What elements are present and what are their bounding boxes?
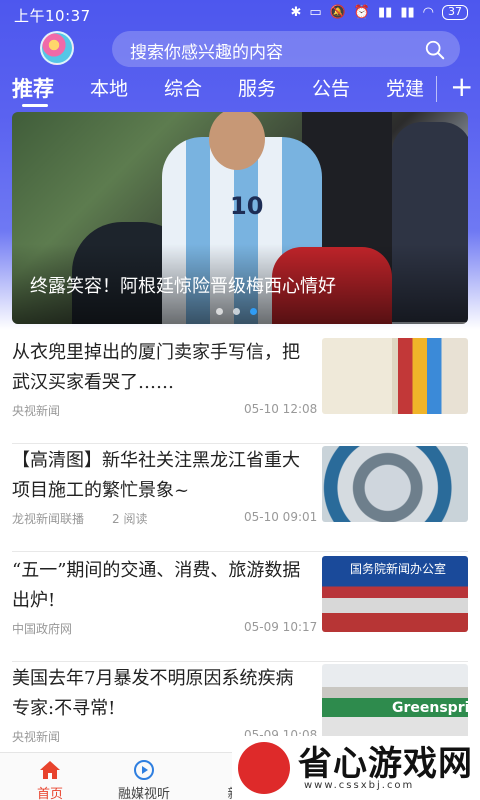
news-source: 央视新闻: [12, 730, 61, 744]
carousel-dot[interactable]: [216, 308, 223, 315]
news-thumbnail: [322, 338, 468, 414]
watermark-url: www.cssxbj.com: [304, 780, 415, 791]
news-source: 央视新闻: [12, 404, 61, 418]
battery-icon: 37: [442, 5, 468, 20]
status-time: 上午10:37: [14, 7, 91, 25]
watermark-text: 省心游戏网: [298, 744, 473, 784]
tab-recommend[interactable]: 推荐: [12, 73, 54, 103]
tab-announcements[interactable]: 公告: [312, 74, 350, 101]
nav-media-label: 融媒视听: [117, 787, 170, 800]
news-time: 05-10 12:08: [244, 402, 318, 416]
nav-media[interactable]: 融媒视听: [94, 753, 194, 800]
news-thumbnail: 国务院新闻办公室: [322, 556, 468, 632]
tab-divider: [436, 76, 437, 102]
signal-icon: ▮▮: [378, 5, 393, 20]
mute-icon: 🔕: [329, 5, 346, 20]
status-icons: ✱ ▭ 🔕 ⏰ ▮▮ ▮▮ ◠ 37: [290, 5, 468, 20]
search-icon[interactable]: [424, 39, 446, 61]
news-thumbnail: Greenspring: [322, 664, 468, 740]
banner-carousel[interactable]: 10 终露笑容！阿根廷惊险晋级梅西心情好: [12, 112, 468, 324]
play-icon: [134, 760, 154, 780]
search-placeholder: 搜索你感兴趣的内容: [130, 43, 283, 63]
search-bar[interactable]: 搜索你感兴趣的内容: [112, 31, 460, 67]
news-item[interactable]: 【高清图】新华社关注黑龙江省重大项目施工的繁忙景象~ 龙视新闻联播 2 阅读 0…: [12, 446, 468, 552]
add-tab-icon[interactable]: +: [450, 70, 473, 104]
home-icon: [40, 761, 60, 779]
news-title: “五一”期间的交通、消费、旅游数据出炉!: [12, 560, 301, 611]
news-title: 从衣兜里掉出的厦门卖家手写信，把武汉买家看哭了……: [12, 342, 300, 393]
nav-home-label: 首页: [36, 787, 63, 800]
thumbnail-text: Greenspring: [392, 700, 468, 716]
carousel-dots: [216, 308, 257, 315]
tab-general[interactable]: 综合: [164, 74, 202, 101]
tab-local[interactable]: 本地: [90, 74, 128, 101]
tab-party[interactable]: 党建: [386, 74, 424, 101]
app-logo[interactable]: [40, 31, 74, 65]
wifi-icon: ◠: [422, 5, 434, 20]
watermark: 省心游戏网 www.cssxbj.com: [232, 736, 480, 800]
news-thumbnail: [322, 446, 468, 522]
news-item[interactable]: 从衣兜里掉出的厦门卖家手写信，把武汉买家看哭了…… 央视新闻 05-10 12:…: [12, 338, 468, 444]
active-tab-indicator: [22, 104, 48, 107]
news-title: 【高清图】新华社关注黑龙江省重大项目施工的繁忙景象~: [12, 450, 300, 501]
tab-services[interactable]: 服务: [238, 74, 276, 101]
news-source: 龙视新闻联播: [12, 512, 85, 526]
status-bar: 上午10:37 ✱ ▭ 🔕 ⏰ ▮▮ ▮▮ ◠ 37: [0, 0, 480, 30]
news-item[interactable]: “五一”期间的交通、消费、旅游数据出炉! 中国政府网 05-09 10:17 国…: [12, 556, 468, 662]
news-title: 美国去年7月暴发不明原因系统疾病 专家:不寻常!: [12, 668, 294, 719]
alarm-icon: ⏰: [353, 5, 371, 20]
carousel-dot-active[interactable]: [250, 308, 257, 315]
category-tabs: 推荐 本地 综合 服务 公告 党建 +: [0, 70, 480, 108]
watermark-logo: [238, 742, 290, 794]
nav-home[interactable]: 首页: [0, 753, 100, 800]
vibrate-icon: ▭: [309, 5, 322, 20]
bluetooth-icon: ✱: [290, 5, 302, 20]
carousel-dot[interactable]: [233, 308, 240, 315]
news-time: 05-09 10:17: [244, 620, 318, 634]
news-source: 中国政府网: [12, 622, 73, 636]
news-read-count: 2 阅读: [112, 512, 148, 526]
jersey-number: 10: [230, 192, 264, 220]
thumbnail-text: 国务院新闻办公室: [350, 562, 447, 576]
signal-icon-2: ▮▮: [400, 5, 415, 20]
banner-caption: 终露笑容！阿根廷惊险晋级梅西心情好: [30, 276, 336, 297]
news-time: 05-10 09:01: [244, 510, 318, 524]
